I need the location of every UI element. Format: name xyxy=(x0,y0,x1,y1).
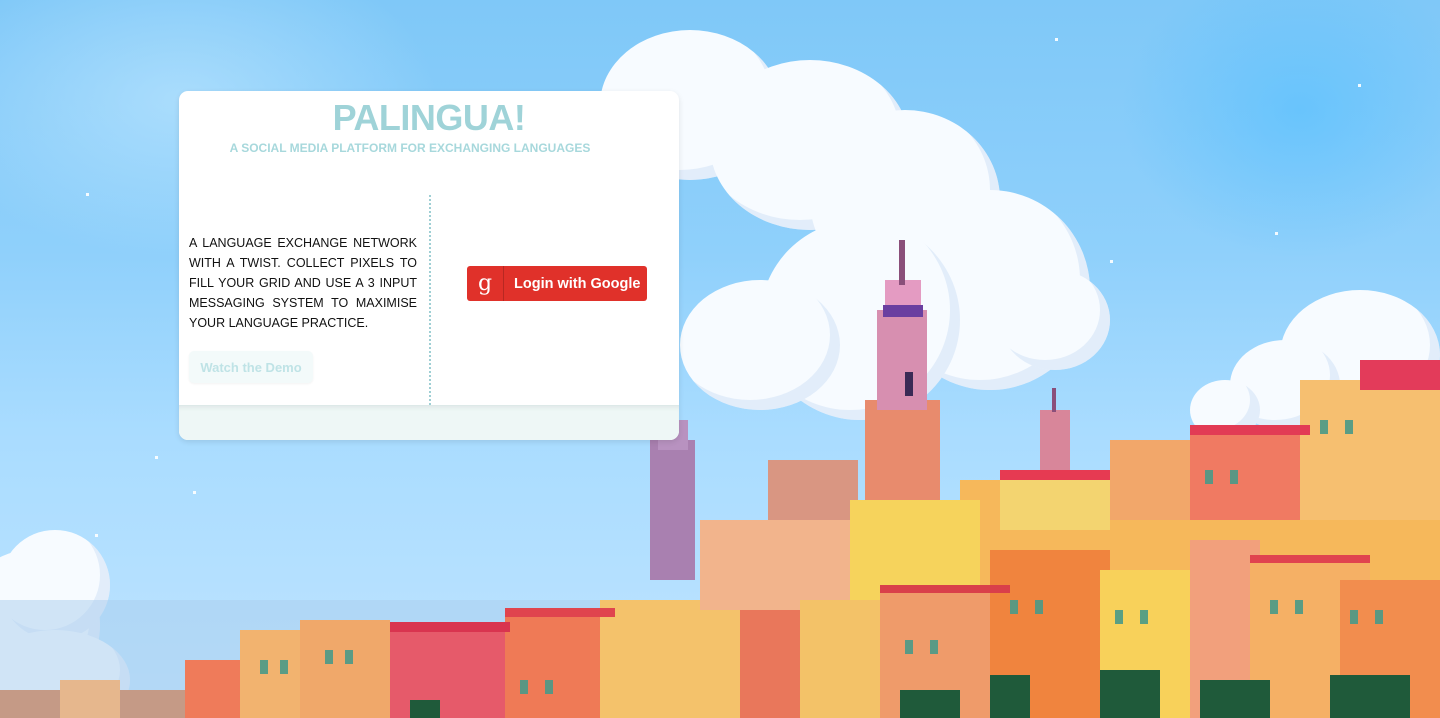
watch-demo-button[interactable]: Watch the Demo xyxy=(189,351,313,383)
app-description: A LANGUAGE EXCHANGE NETWORK WITH A TWIST… xyxy=(189,236,417,330)
google-login-label: Login with Google xyxy=(514,275,641,292)
card-footer xyxy=(179,405,679,440)
google-g-icon: g xyxy=(467,266,504,301)
app-subtitle: A SOCIAL MEDIA PLATFORM FOR EXCHANGING L… xyxy=(229,141,591,155)
landing-page: PALINGUA! A SOCIAL MEDIA PLATFORM FOR EX… xyxy=(0,0,1440,718)
app-title: PALINGUA! xyxy=(332,97,526,138)
intro-card: PALINGUA! A SOCIAL MEDIA PLATFORM FOR EX… xyxy=(179,91,679,440)
column-divider xyxy=(429,195,431,405)
login-with-google-button[interactable]: g Login with Google xyxy=(467,266,647,301)
